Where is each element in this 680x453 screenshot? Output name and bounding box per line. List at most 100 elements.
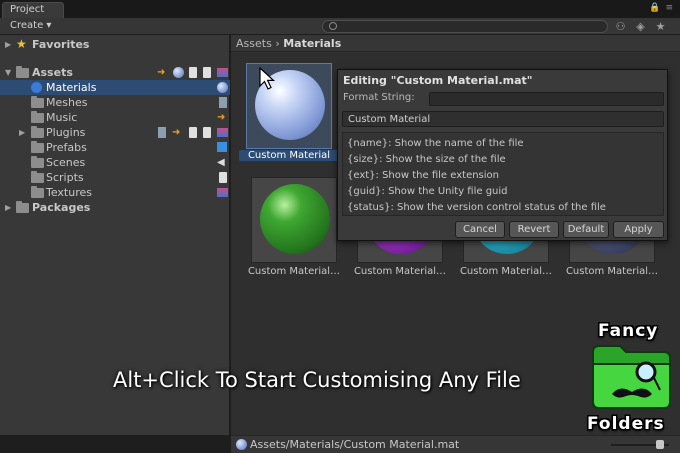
file-badge-icon bbox=[189, 67, 197, 78]
material-tile-label[interactable]: Custom Material… bbox=[244, 266, 344, 277]
image-badge-icon bbox=[217, 188, 228, 197]
format-string-label: Format String: bbox=[343, 92, 415, 103]
search-icon bbox=[329, 22, 337, 30]
cancel-button[interactable]: Cancel bbox=[455, 221, 505, 238]
folder-icon bbox=[31, 186, 44, 198]
sidebar-favorites[interactable]: ▶ ★ Favorites bbox=[0, 37, 230, 52]
folder-icon bbox=[31, 156, 44, 168]
collapse-arrow-icon[interactable]: ▼ bbox=[5, 65, 15, 80]
material-tile-label[interactable]: Custom Material… bbox=[350, 266, 450, 277]
arrow-badge-icon: ➜ bbox=[172, 127, 181, 138]
display-name-field[interactable]: Custom Material bbox=[342, 111, 664, 127]
apply-button[interactable]: Apply bbox=[613, 221, 664, 238]
material-sphere-preview bbox=[260, 184, 330, 254]
mesh-badge-icon bbox=[158, 127, 166, 138]
sidebar-item-label: Meshes bbox=[46, 96, 88, 109]
logo-text-top: Fancy bbox=[598, 321, 659, 341]
sidebar-item-meshes[interactable]: Meshes bbox=[0, 95, 230, 110]
favorite-star-icon[interactable]: ★ bbox=[654, 20, 667, 33]
sidebar-item-plugins[interactable]: ▶ Plugins ➜ bbox=[0, 125, 230, 140]
expand-arrow-icon[interactable]: ▶ bbox=[5, 37, 15, 52]
sidebar-item-textures[interactable]: Textures bbox=[0, 185, 230, 200]
expand-arrow-icon[interactable]: ▶ bbox=[5, 200, 15, 215]
assets-label: Assets bbox=[32, 66, 73, 79]
default-button[interactable]: Default bbox=[563, 221, 609, 238]
material-badge-icon bbox=[217, 82, 228, 93]
sidebar-item-label: Scripts bbox=[46, 171, 84, 184]
sidebar-item-prefabs[interactable]: Prefabs bbox=[0, 140, 230, 155]
help-line: {guid}: Show the Unity file guid bbox=[347, 186, 508, 197]
breadcrumb: Assets › Materials bbox=[231, 35, 680, 52]
sidebar-packages[interactable]: ▶ Packages bbox=[0, 200, 230, 215]
script-badge-icon bbox=[219, 172, 227, 183]
expand-arrow-icon[interactable]: ▶ bbox=[19, 125, 29, 140]
mesh-badge-icon bbox=[219, 97, 227, 108]
help-line: {status}: Show the version control statu… bbox=[347, 202, 606, 213]
folder-icon bbox=[16, 66, 29, 78]
folder-icon bbox=[31, 111, 44, 123]
logo-text-bottom: Folders bbox=[587, 414, 665, 434]
create-button[interactable]: Create ▾ bbox=[4, 20, 57, 33]
filter-by-type-icon[interactable]: ⚇ bbox=[614, 20, 627, 33]
tab-project-label: Project bbox=[10, 4, 45, 15]
sidebar-item-label: Plugins bbox=[46, 126, 86, 139]
file-badge-icon bbox=[189, 127, 197, 138]
sidebar-item-label: Textures bbox=[46, 186, 92, 199]
format-help-box: {name}: Show the name of the file {size}… bbox=[342, 132, 664, 216]
help-line: {ext}: Show the file extension bbox=[347, 170, 499, 181]
status-bar: Assets/Materials/Custom Material.mat bbox=[231, 435, 680, 453]
revert-button[interactable]: Revert bbox=[509, 221, 559, 238]
help-line: {size}: Show the size of the file bbox=[347, 154, 506, 165]
material-tile-label[interactable]: Custom Material… bbox=[456, 266, 556, 277]
file-badge-icon bbox=[203, 127, 211, 138]
arrow-badge-icon: ➜ bbox=[157, 67, 166, 78]
image-badge-icon bbox=[217, 68, 228, 77]
search-box[interactable] bbox=[322, 20, 608, 33]
fancy-folder-logo-icon bbox=[592, 345, 671, 409]
help-line: {name}: Show the name of the file bbox=[347, 138, 524, 149]
breadcrumb-assets[interactable]: Assets bbox=[236, 37, 272, 50]
sidebar-item-materials[interactable]: Materials bbox=[0, 80, 230, 95]
scene-badge-icon: ◀ bbox=[217, 157, 225, 168]
zoom-slider-knob[interactable] bbox=[656, 440, 665, 449]
search-input[interactable] bbox=[343, 21, 593, 32]
material-tile-label[interactable]: Custom Material bbox=[239, 150, 339, 161]
sidebar-item-scenes[interactable]: Scenes ◀ bbox=[0, 155, 230, 170]
material-badge-icon bbox=[173, 67, 184, 78]
project-toolbar: Create ▾ ⚇ ◈ ★ bbox=[0, 18, 680, 35]
breadcrumb-separator: › bbox=[275, 37, 280, 50]
format-string-field[interactable] bbox=[429, 92, 664, 106]
arrow-badge-icon: ➜ bbox=[217, 112, 226, 123]
sidebar-assets[interactable]: ▼ Assets ➜ bbox=[0, 65, 230, 80]
material-tile-label[interactable]: Custom Material… bbox=[562, 266, 662, 277]
material-icon bbox=[236, 439, 247, 450]
folder-icon bbox=[31, 141, 44, 153]
star-icon: ★ bbox=[16, 37, 27, 51]
tab-project[interactable]: Project bbox=[2, 2, 64, 18]
packages-label: Packages bbox=[32, 201, 91, 214]
sidebar-item-label: Prefabs bbox=[46, 141, 87, 154]
sidebar-item-scripts[interactable]: Scripts bbox=[0, 170, 230, 185]
popup-title: Editing "Custom Material.mat" bbox=[343, 74, 533, 87]
image-badge-icon bbox=[217, 128, 228, 137]
folder-icon bbox=[31, 126, 44, 138]
material-tile[interactable] bbox=[251, 177, 337, 263]
folder-icon bbox=[31, 96, 44, 108]
folder-icon bbox=[16, 201, 29, 213]
filter-by-label-icon[interactable]: ◈ bbox=[634, 20, 647, 33]
window-tabbar: Project 🔒 ≡ bbox=[0, 0, 680, 18]
sidebar-item-label: Scenes bbox=[46, 156, 86, 169]
breadcrumb-current[interactable]: Materials bbox=[283, 37, 341, 50]
sidebar-item-label: Materials bbox=[46, 81, 97, 94]
favorites-label: Favorites bbox=[32, 38, 90, 51]
sidebar-item-music[interactable]: Music ➜ bbox=[0, 110, 230, 125]
promo-tagline: Alt+Click To Start Customising Any File bbox=[113, 368, 521, 392]
format-editor-popup: Editing "Custom Material.mat" Format Str… bbox=[337, 69, 668, 241]
materials-folder-icon bbox=[31, 82, 42, 93]
mouse-cursor-icon bbox=[259, 67, 276, 90]
folder-icon bbox=[31, 171, 44, 183]
window-menu-icon[interactable]: 🔒 ≡ bbox=[649, 3, 674, 13]
prefab-cube-icon bbox=[217, 142, 227, 152]
sidebar-item-label: Music bbox=[46, 111, 78, 124]
selected-asset-path: Assets/Materials/Custom Material.mat bbox=[250, 438, 460, 451]
